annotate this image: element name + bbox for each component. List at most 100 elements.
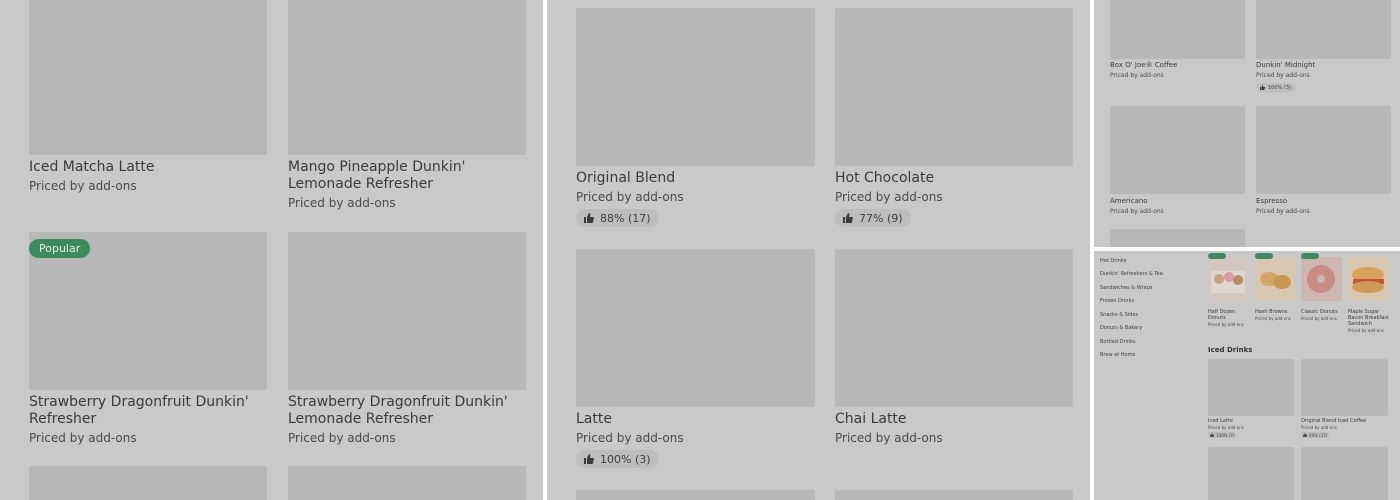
- item-name: Half Dozen Donuts: [1208, 309, 1236, 321]
- rating-text: 94% (17): [1309, 432, 1328, 438]
- menu-item-card[interactable]: Hot Chocolate Priced by add-ons 77% (9): [835, 8, 1073, 233]
- thumbs-up-icon: [843, 213, 853, 223]
- menu-item-card[interactable]: Iced Matcha Latte Priced by add-ons: [29, 0, 267, 202]
- item-name: Strawberry Dragonfruit Dunkin' Lemonade …: [288, 394, 508, 427]
- item-image-placeholder: [835, 8, 1073, 166]
- menu-item-card[interactable]: Espresso Priced by add-ons: [1256, 106, 1391, 218]
- sandwich-image: [1352, 267, 1384, 293]
- item-name: Chai Latte: [835, 411, 907, 427]
- item-name: Maple Sugar Bacon Breakfast Sandwich: [1348, 309, 1389, 327]
- rating-badge: 88% (17): [576, 209, 659, 227]
- rating-text: 100% (7): [1216, 432, 1235, 438]
- menu-item-card[interactable]: Mango Pineapple Dunkin' Lemonade Refresh…: [288, 0, 526, 212]
- menu-item-card[interactable]: Strawberry Dragonfruit Dunkin' Lemonade …: [288, 232, 526, 452]
- rating-badge: 100% (3): [576, 450, 659, 468]
- item-name: Dunkin' Midnight: [1256, 61, 1316, 69]
- rating-text: 100% (3): [600, 452, 651, 466]
- thumbs-up-icon: [584, 213, 594, 223]
- item-image-placeholder: [576, 490, 815, 500]
- menu-item-card[interactable]: Original Blend Iced Coffee Priced by add…: [1301, 359, 1388, 443]
- item-name: Box O' Joe® Coffee: [1110, 61, 1178, 69]
- sidebar-item-snacks-sides[interactable]: Snacks & Sides: [1100, 312, 1138, 318]
- sidebar-item-refreshers-tea[interactable]: Dunkin' Refreshers & Tea: [1100, 271, 1163, 277]
- item-image-placeholder: [1110, 106, 1245, 194]
- item-price: Priced by add-ons: [1256, 72, 1310, 79]
- item-price: Priced by add-ons: [1255, 316, 1291, 321]
- item-price: Priced by add-ons: [288, 431, 396, 445]
- item-image-placeholder: [835, 490, 1073, 500]
- item-image: [1255, 257, 1296, 301]
- thumbs-up-icon: [1260, 85, 1265, 90]
- item-image-placeholder: [576, 8, 815, 166]
- menu-item-card[interactable]: Original Blend Priced by add-ons 88% (17…: [576, 8, 815, 233]
- item-price: Priced by add-ons: [29, 431, 137, 445]
- item-image: [1208, 257, 1249, 301]
- thumbs-up-icon: [1303, 433, 1307, 437]
- rating-badge: 94% (17): [1301, 432, 1330, 438]
- item-name: Iced Latte: [1208, 418, 1233, 424]
- sidebar-item-sandwiches-wraps[interactable]: Sandwiches & Wraps: [1100, 285, 1152, 291]
- menu-panel-coffee: Box O' Joe® Coffee Priced by add-ons Dun…: [1094, 0, 1400, 247]
- classic-donuts-image: [1307, 265, 1335, 293]
- menu-panel-hot-drinks: Original Blend Priced by add-ons 88% (17…: [547, 0, 1090, 500]
- menu-item-card[interactable]: Dunkin' Midnight Priced by add-ons 100% …: [1256, 0, 1391, 95]
- menu-panel-full-page: Hot Drinks Dunkin' Refreshers & Tea Sand…: [1094, 251, 1400, 500]
- item-image-placeholder: [288, 232, 526, 390]
- featured-item-card[interactable]: Half Dozen Donuts Priced by add-ons: [1208, 253, 1249, 333]
- rating-text: 100% (3): [1268, 84, 1291, 91]
- rating-badge: 100% (7): [1208, 432, 1237, 438]
- item-price: Priced by add-ons: [1348, 328, 1384, 333]
- item-name: Americano: [1110, 197, 1148, 205]
- item-price: Priced by add-ons: [29, 179, 137, 193]
- rating-text: 88% (17): [600, 211, 651, 225]
- item-name: Original Blend: [576, 170, 676, 186]
- item-price: Priced by add-ons: [835, 431, 943, 445]
- menu-item-card[interactable]: Box O' Joe® Coffee Priced by add-ons: [1110, 0, 1245, 90]
- menu-panel-refreshers: Iced Matcha Latte Priced by add-ons Mang…: [0, 0, 543, 500]
- menu-item-card[interactable]: Iced Latte Priced by add-ons 100% (7): [1208, 359, 1294, 443]
- featured-item-card[interactable]: Classic Donuts Priced by add-ons: [1301, 253, 1342, 333]
- rating-badge: 100% (3): [1256, 83, 1295, 92]
- item-price: Priced by add-ons: [1301, 316, 1337, 321]
- sidebar-item-hot-drinks[interactable]: Hot Drinks: [1100, 258, 1126, 264]
- sidebar-item-frozen-drinks[interactable]: Frozen Drinks: [1100, 298, 1134, 304]
- item-image-placeholder: [29, 466, 267, 500]
- rating-badge: 77% (9): [835, 209, 911, 227]
- item-name: Hot Chocolate: [835, 170, 935, 186]
- sidebar-item-bottled-drinks[interactable]: Bottled Drinks: [1100, 339, 1136, 345]
- thumbs-up-icon: [1210, 433, 1214, 437]
- thumbs-up-icon: [584, 454, 594, 464]
- donut-box-image: [1211, 271, 1245, 293]
- popular-badge: [1208, 253, 1226, 259]
- item-image-placeholder: [576, 249, 815, 407]
- sidebar-item-donuts-bakery[interactable]: Donuts & Bakery: [1100, 325, 1142, 331]
- item-name: Iced Matcha Latte: [29, 159, 155, 175]
- item-image-placeholder: [1208, 447, 1294, 500]
- item-price: Priced by add-ons: [835, 190, 943, 204]
- item-name: Latte: [576, 411, 612, 427]
- item-image-placeholder: [288, 0, 526, 155]
- menu-item-card[interactable]: Americano Priced by add-ons: [1110, 106, 1245, 218]
- item-price: Priced by add-ons: [576, 190, 684, 204]
- item-image: [1348, 257, 1389, 301]
- featured-item-card[interactable]: Maple Sugar Bacon Breakfast Sandwich Pri…: [1348, 253, 1389, 335]
- item-image-placeholder: [1110, 229, 1245, 247]
- item-price: Priced by add-ons: [576, 431, 684, 445]
- item-image-placeholder: [835, 249, 1073, 407]
- item-name: Classic Donuts: [1301, 309, 1338, 315]
- featured-item-card[interactable]: Hash Browns Priced by add-ons: [1255, 253, 1296, 333]
- menu-item-card[interactable]: Chai Latte Priced by add-ons: [835, 249, 1073, 474]
- item-price: Priced by add-ons: [1208, 322, 1244, 327]
- sidebar-item-brew-at-home[interactable]: Brew at Home: [1100, 352, 1136, 358]
- menu-item-card[interactable]: Latte Priced by add-ons 100% (3): [576, 249, 815, 474]
- item-image-placeholder: [1301, 359, 1388, 416]
- item-name: Mango Pineapple Dunkin' Lemonade Refresh…: [288, 159, 466, 192]
- menu-item-card[interactable]: Popular Strawberry Dragonfruit Dunkin' R…: [29, 232, 267, 452]
- item-price: Priced by add-ons: [288, 196, 396, 210]
- item-image: [1301, 257, 1342, 301]
- section-title: Iced Drinks: [1208, 346, 1253, 354]
- popular-badge: [1301, 253, 1319, 259]
- item-price: Priced by add-ons: [1110, 72, 1164, 79]
- rating-text: 77% (9): [859, 211, 903, 225]
- hash-browns-image: [1260, 272, 1291, 289]
